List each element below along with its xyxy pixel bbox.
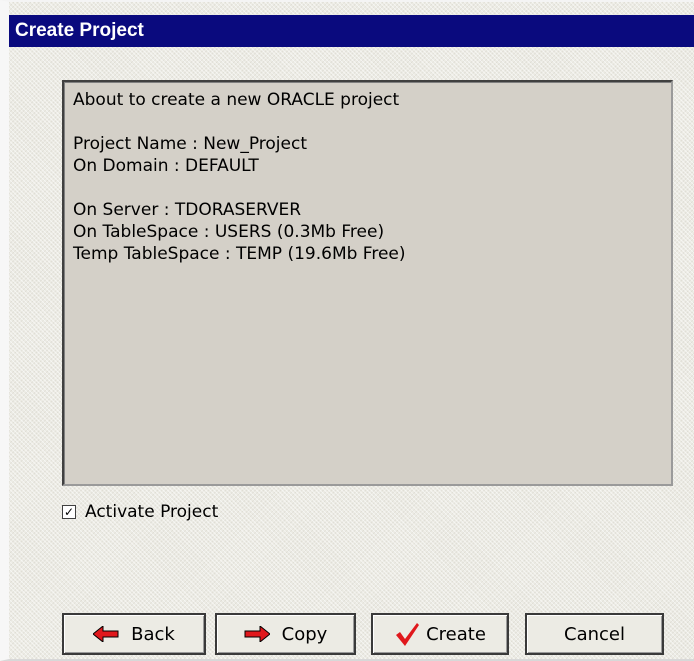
arrow-left-icon	[93, 626, 119, 642]
summary-project-name: Project Name : New_Project	[73, 134, 307, 154]
copy-button-label: Copy	[281, 623, 328, 645]
cancel-button-label: Cancel	[564, 623, 625, 645]
summary-server: On Server : TDORASERVER	[73, 200, 302, 220]
window-title: Create Project	[9, 15, 694, 47]
checkmark-icon	[394, 621, 420, 647]
copy-button[interactable]: Copy	[215, 613, 356, 655]
cancel-button[interactable]: Cancel	[525, 613, 664, 655]
summary-intro: About to create a new ORACLE project	[73, 90, 400, 110]
summary-temp-tablespace: Temp TableSpace : TEMP (19.6Mb Free)	[73, 244, 406, 264]
create-project-dialog: Create Project About to create a new ORA…	[0, 0, 694, 661]
create-button[interactable]: Create	[371, 613, 509, 655]
create-button-label: Create	[426, 623, 486, 645]
summary-domain: On Domain : DEFAULT	[73, 156, 259, 176]
arrow-right-icon	[244, 626, 270, 642]
back-button-label: Back	[131, 623, 175, 645]
activate-project-label: Activate Project	[85, 502, 219, 522]
back-button[interactable]: Back	[62, 613, 206, 655]
summary-tablespace: On TableSpace : USERS (0.3Mb Free)	[73, 222, 385, 242]
project-summary-box: About to create a new ORACLE project Pro…	[62, 80, 673, 486]
activate-project-checkbox[interactable]: ✓	[62, 505, 76, 519]
activate-project-row[interactable]: ✓ Activate Project	[62, 500, 218, 524]
